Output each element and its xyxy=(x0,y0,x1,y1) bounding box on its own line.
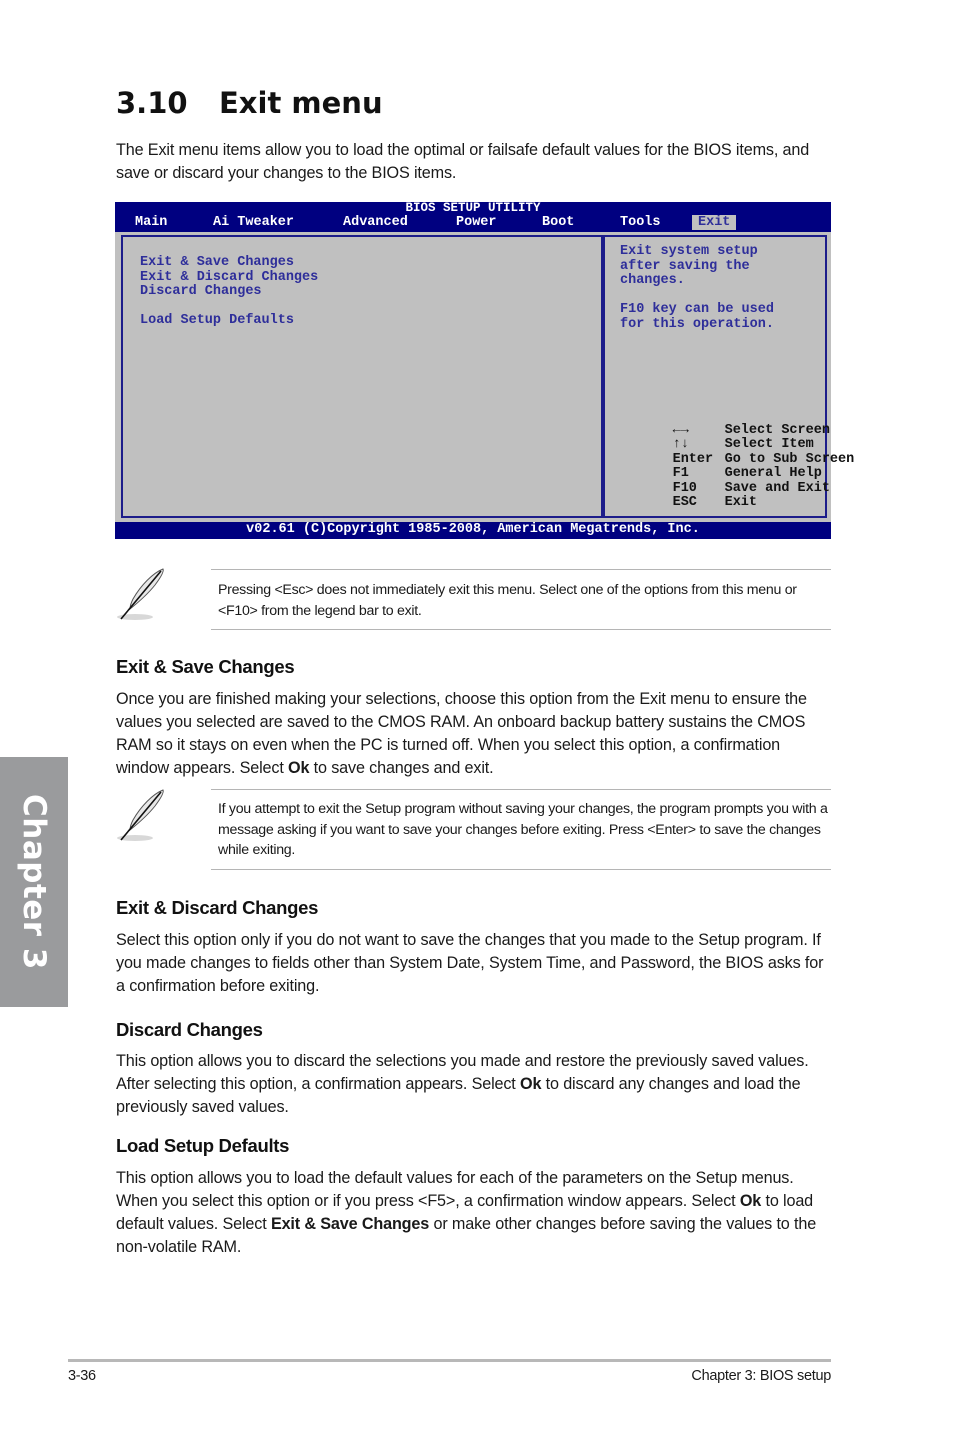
legend-row-esc: ESC Exit xyxy=(624,482,757,526)
intro-paragraph: The Exit menu items allow you to load th… xyxy=(116,141,810,182)
bios-screen: BIOS SETUP UTILITY Main Ai Tweaker Advan… xyxy=(115,202,854,539)
note-divider xyxy=(211,789,831,790)
note-divider xyxy=(211,629,831,630)
legend-key: ESC xyxy=(672,495,697,510)
note-divider xyxy=(211,869,831,870)
bios-menu-discard[interactable]: Discard Changes xyxy=(140,284,262,300)
page-number: 3-36 xyxy=(68,1368,96,1384)
bios-menu-exit-discard[interactable]: Exit & Discard Changes xyxy=(140,270,318,286)
subsection-heading-exit-discard: Exit & Discard Changes xyxy=(116,897,319,918)
note-divider xyxy=(211,569,831,570)
feather-pen-icon xyxy=(117,568,164,620)
section-title-text: Exit menu xyxy=(219,86,383,120)
section-title: 3.10 Exit menu xyxy=(116,86,383,120)
bios-header-bar: BIOS SETUP UTILITY Main Ai Tweaker Advan… xyxy=(115,202,831,232)
text-run: to save changes and exit. xyxy=(309,759,494,777)
bios-help-line: changes. xyxy=(620,273,685,288)
bios-tab-exit[interactable]: Exit xyxy=(692,215,737,230)
text-run-bold: Ok xyxy=(739,1192,762,1210)
bios-menu-panel: Exit & Save Changes Exit & Discard Chang… xyxy=(121,235,603,518)
text-run-bold: Ok xyxy=(288,759,310,777)
bios-menu-exit-save[interactable]: Exit & Save Changes xyxy=(140,255,294,271)
chapter-side-tab: Chapter 3 xyxy=(0,757,68,1007)
text-run: Select this option only if you do not wa… xyxy=(116,931,824,995)
bios-help-panel: Exit system setup after saving the chang… xyxy=(603,235,854,518)
chapter-tab-label: Chapter 3 xyxy=(16,794,52,970)
bios-tab-tools[interactable]: Tools xyxy=(620,215,661,230)
bios-help-line: F10 key can be used xyxy=(620,302,774,317)
bios-tab-boot[interactable]: Boot xyxy=(542,215,574,230)
text-run: This option allows you to load the defau… xyxy=(116,1169,794,1210)
text-run-bold: Ok xyxy=(520,1075,542,1093)
bios-tab-main[interactable]: Main xyxy=(135,215,167,230)
bios-tab-advanced[interactable]: Advanced xyxy=(343,215,408,230)
subsection-heading-exit-save: Exit & Save Changes xyxy=(116,656,295,677)
bios-copyright-bar: v02.61 (C)Copyright 1985-2008, American … xyxy=(115,522,831,539)
subsection-text-exit-save: Once you are finished making your select… xyxy=(116,688,836,780)
bios-title: BIOS SETUP UTILITY xyxy=(405,201,541,215)
section-number: 3.10 xyxy=(116,86,188,120)
subsection-text-exit-discard: Select this option only if you do not wa… xyxy=(116,929,836,998)
note-text: Pressing <Esc> does not immediately exit… xyxy=(218,582,797,619)
subsection-heading-load-defaults: Load Setup Defaults xyxy=(116,1135,290,1156)
bios-help-line: for this operation. xyxy=(620,316,774,332)
feather-pen-icon xyxy=(117,789,164,841)
subsection-text-load-defaults: This option allows you to load the defau… xyxy=(116,1167,836,1259)
text-run-bold: Exit & Save Changes xyxy=(270,1215,430,1233)
bios-tab-ai-tweaker[interactable]: Ai Tweaker xyxy=(213,215,294,230)
subsection-heading-discard: Discard Changes xyxy=(116,1019,263,1040)
bios-tab-power[interactable]: Power xyxy=(456,215,497,230)
note-text: If you attempt to exit the Setup program… xyxy=(218,801,828,858)
subsection-text-discard: This option allows you to discard the se… xyxy=(116,1050,836,1119)
footer-rule xyxy=(68,1359,831,1362)
bios-menu-load-defaults[interactable]: Load Setup Defaults xyxy=(140,313,294,329)
chapter-footer-label: Chapter 3: BIOS setup xyxy=(691,1368,831,1384)
bios-help-line: Exit system setup xyxy=(620,244,758,259)
bios-help-line: after saving the xyxy=(620,258,750,274)
legend-action: Exit xyxy=(724,495,758,510)
